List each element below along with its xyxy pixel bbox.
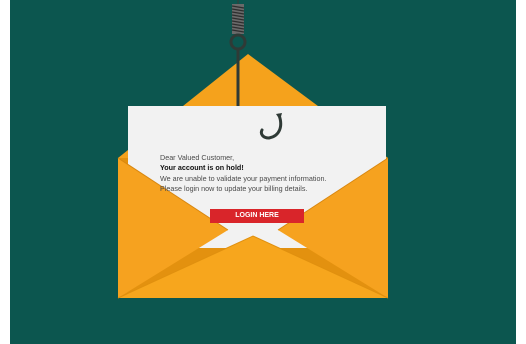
message-line-2: Please login now to update your billing … — [160, 184, 308, 194]
headline-text: Your account is on hold! — [160, 163, 244, 173]
message-line-1: We are unable to validate your payment i… — [160, 173, 327, 183]
email-message: Dear Valued Customer, Your account is on… — [160, 153, 400, 195]
greeting-text: Dear Valued Customer, — [160, 153, 235, 162]
spring-icon — [231, 4, 245, 34]
phishing-illustration: Dear Valued Customer, Your account is on… — [10, 0, 516, 344]
login-button[interactable]: LOGIN HERE — [210, 209, 304, 223]
